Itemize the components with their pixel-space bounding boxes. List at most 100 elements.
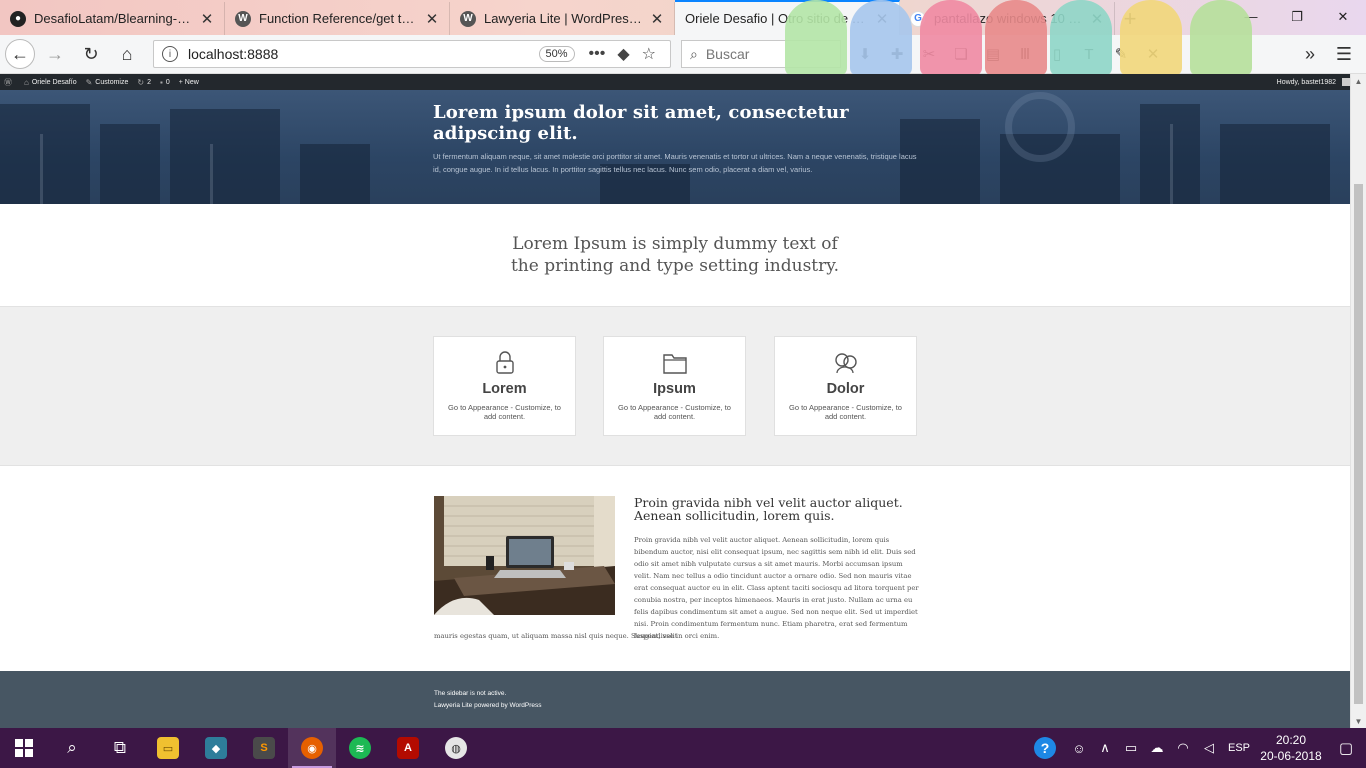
- onedrive-icon[interactable]: ☁: [1144, 740, 1170, 756]
- tab-function-reference[interactable]: W Function Reference/get theme ✕: [225, 2, 450, 35]
- close-tab-icon[interactable]: ✕: [425, 10, 439, 28]
- puzzle-icon[interactable]: ✚: [883, 40, 911, 68]
- sublime-text-icon[interactable]: S: [240, 728, 288, 768]
- admin-customize[interactable]: ✎ Customize: [86, 78, 129, 87]
- text-icon[interactable]: T: [1075, 40, 1103, 68]
- hamburger-menu-icon[interactable]: ☰: [1330, 40, 1358, 68]
- close-tab-icon[interactable]: ✕: [875, 10, 889, 28]
- windows-taskbar: ⌕ ⧉ ▭ ◆ S ◉ ≋ A ◍ ? ☺ ∧ ▭ ☁ ◠ ◁ ESP 20:2…: [0, 728, 1366, 768]
- tab-title: pantallazo windows 10 - Bus: [934, 11, 1084, 26]
- hero-description: Ut fermentum aliquam neque, sit amet mol…: [433, 152, 917, 174]
- admin-new[interactable]: + New: [179, 79, 199, 86]
- file-explorer-icon[interactable]: ▭: [144, 728, 192, 768]
- close-tab-icon[interactable]: ✕: [1090, 10, 1104, 28]
- close-tab-icon[interactable]: ✕: [650, 10, 664, 28]
- search-icon[interactable]: ⌕: [48, 728, 96, 768]
- home-button[interactable]: ⌂: [111, 38, 143, 70]
- cut-icon[interactable]: ✂: [915, 40, 943, 68]
- search-placeholder: Buscar: [705, 46, 750, 62]
- about-heading: Proin gravida nibh vel velit auctor aliq…: [634, 495, 903, 523]
- admin-account[interactable]: Howdy, bastet1982 ⌕: [1277, 78, 1360, 86]
- close-window-icon[interactable]: ✕: [1320, 0, 1366, 33]
- tab-title: Oriele Desafio | Otro sitio de Word: [685, 11, 869, 26]
- reload-button[interactable]: ↻: [75, 38, 107, 70]
- close-tab-icon[interactable]: ✕: [200, 10, 214, 28]
- admin-updates[interactable]: ↻ 2: [137, 78, 151, 87]
- scroll-down-arrow-icon[interactable]: ▼: [1351, 714, 1366, 728]
- close-icon[interactable]: ✕: [1139, 40, 1167, 68]
- tab-title: Lawyeria Lite | WordPress.org: [484, 11, 644, 26]
- restore-icon[interactable]: ❐: [1274, 0, 1320, 33]
- app-icon[interactable]: ◍: [432, 728, 480, 768]
- copy-icon[interactable]: ❏: [947, 40, 975, 68]
- about-body-continued: mauris egestas quam, ut aliquam massa ni…: [434, 632, 720, 640]
- site-footer: The sidebar is not active. Lawyeria Lite…: [0, 671, 1350, 728]
- feature-card-lorem: Lorem Go to Appearance - Customize, to a…: [433, 336, 576, 436]
- start-button[interactable]: [0, 728, 48, 768]
- tray-chevron-icon[interactable]: ∧: [1092, 740, 1118, 756]
- laptop-desk-photo: [434, 496, 615, 615]
- scroll-up-arrow-icon[interactable]: ▲: [1351, 74, 1366, 88]
- window-controls: — ❐ ✕: [1228, 0, 1366, 33]
- feature-card-dolor: Dolor Go to Appearance - Customize, to a…: [774, 336, 917, 436]
- tab-github[interactable]: ● DesafioLatam/Blearning-Fronte ✕: [0, 2, 225, 35]
- bookmark-star-icon[interactable]: ☆: [642, 44, 656, 64]
- admin-comments[interactable]: ▪ 0: [160, 78, 170, 87]
- tab-oriele-desafio[interactable]: Oriele Desafio | Otro sitio de Word ✕: [675, 0, 900, 35]
- url-text[interactable]: localhost:8888: [188, 46, 539, 62]
- firefox-icon[interactable]: ◉: [288, 728, 336, 768]
- clipboard-icon[interactable]: ▤: [979, 40, 1007, 68]
- eyedropper-icon[interactable]: ✎: [1107, 40, 1135, 68]
- forward-button[interactable]: →: [39, 38, 71, 70]
- intro-text: Lorem Ipsum is simply dummy text of the …: [510, 234, 840, 276]
- acrobat-icon[interactable]: A: [384, 728, 432, 768]
- help-icon[interactable]: ?: [1034, 737, 1056, 759]
- back-button[interactable]: ←: [5, 39, 35, 69]
- clock[interactable]: 20:20 20-06-2018: [1256, 732, 1326, 764]
- wp-logo-icon[interactable]: Ⓦ: [4, 77, 15, 88]
- zoom-level-badge[interactable]: 50%: [538, 46, 575, 62]
- building-window-strip: [40, 134, 43, 204]
- notifications-icon[interactable]: ▢: [1326, 739, 1366, 757]
- minimize-icon[interactable]: —: [1228, 0, 1274, 33]
- search-bar[interactable]: ⌕ Buscar: [681, 40, 841, 68]
- battery-icon[interactable]: ▭: [1118, 740, 1144, 756]
- url-bar[interactable]: i localhost:8888 50% ••• ◆ ☆: [153, 40, 671, 68]
- tab-google-search[interactable]: G pantallazo windows 10 - Bus ✕: [900, 2, 1115, 35]
- howdy-text: Howdy, bastet1982: [1276, 78, 1337, 86]
- spotify-icon[interactable]: ≋: [336, 728, 384, 768]
- pocket-icon[interactable]: ◆: [617, 44, 629, 64]
- site-info-icon[interactable]: i: [162, 46, 178, 62]
- city-building: [1220, 124, 1330, 204]
- hero-text: Lorem ipsum dolor sit amet, consectetur …: [433, 102, 923, 176]
- sidebar-icon[interactable]: ▯: [1043, 40, 1071, 68]
- feature-title: Dolor: [826, 381, 865, 397]
- library-icon[interactable]: Ⅲ: [1011, 40, 1039, 68]
- language-indicator[interactable]: ESP: [1222, 742, 1256, 754]
- task-view-icon[interactable]: ⧉: [96, 728, 144, 768]
- updates-icon: ↻: [137, 77, 145, 87]
- hero-section: Lorem ipsum dolor sit amet, consectetur …: [0, 90, 1350, 204]
- footer-credit[interactable]: Lawyeria Lite powered by WordPress: [434, 702, 542, 709]
- downloads-icon[interactable]: ⬇: [851, 40, 879, 68]
- hero-title: Lorem ipsum dolor sit amet, consectetur …: [433, 102, 849, 144]
- avatar: [1342, 78, 1351, 86]
- page-scrollbar[interactable]: ▲ ▼: [1350, 74, 1366, 728]
- feature-title: Ipsum: [653, 381, 696, 397]
- intro-section: Lorem Ipsum is simply dummy text of the …: [0, 204, 1350, 306]
- new-tab-button[interactable]: +: [1115, 2, 1145, 35]
- windows-logo-icon: [15, 739, 33, 757]
- admin-site-name[interactable]: ⌂ Oriele Desafío: [24, 78, 77, 87]
- git-kraken-icon[interactable]: ◆: [192, 728, 240, 768]
- page-actions-icon[interactable]: •••: [589, 45, 606, 63]
- wifi-icon[interactable]: ◠: [1170, 740, 1196, 756]
- clock-date: 20-06-2018: [1260, 749, 1322, 763]
- scrollbar-thumb[interactable]: [1354, 184, 1363, 704]
- people-icon[interactable]: ☺: [1066, 741, 1092, 756]
- google-icon: G: [910, 10, 926, 27]
- tab-lawyeria[interactable]: W Lawyeria Lite | WordPress.org ✕: [450, 2, 675, 35]
- volume-icon[interactable]: ◁: [1196, 740, 1222, 756]
- about-section: Proin gravida nibh vel velit auctor aliq…: [0, 466, 1350, 671]
- overflow-chevron-icon[interactable]: »: [1296, 40, 1324, 68]
- folder-icon: [604, 351, 745, 375]
